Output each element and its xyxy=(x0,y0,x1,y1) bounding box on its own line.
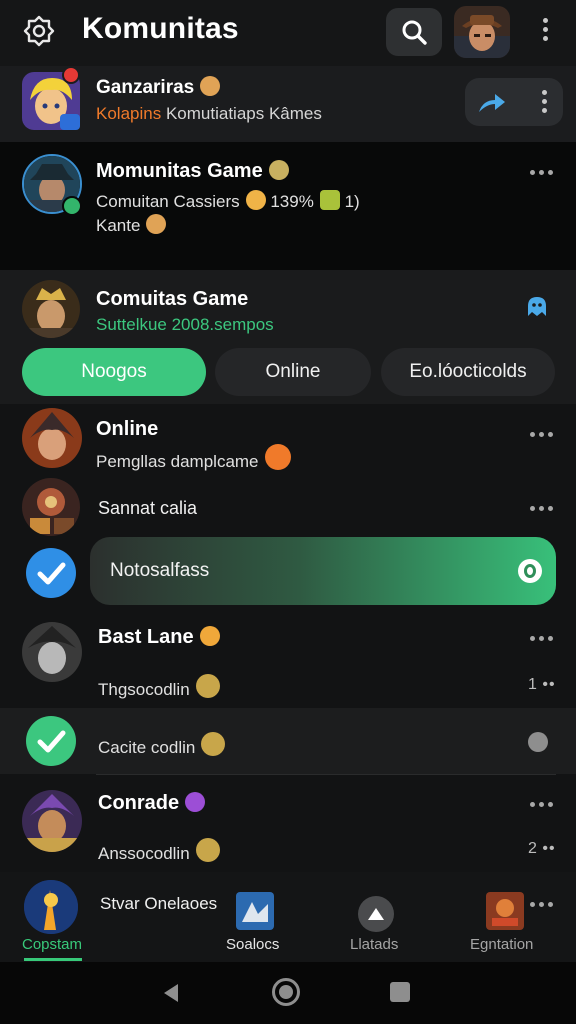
community-status: Suttelkue 2008.sempos xyxy=(96,315,274,334)
emoji-icon xyxy=(200,76,221,96)
member-avatar xyxy=(22,790,82,852)
search-icon xyxy=(402,20,427,45)
filter-tab-noogos[interactable]: Noogos xyxy=(22,348,206,396)
search-button[interactable] xyxy=(386,8,442,56)
member-name: Bast Lane xyxy=(98,626,220,649)
divider xyxy=(96,774,556,775)
emoji-icon xyxy=(264,444,291,470)
home-icon[interactable] xyxy=(272,978,300,1006)
list-item[interactable]: Cacite codlin xyxy=(0,708,576,774)
emoji-icon xyxy=(195,674,220,698)
member-options-icon[interactable] xyxy=(530,636,553,641)
unread-count: 2 •• xyxy=(528,840,556,857)
nav-tab-soalocs[interactable]: Soalocs xyxy=(226,936,279,953)
chat-options-icon[interactable] xyxy=(530,170,553,175)
member-message: Pemgllas damplcame xyxy=(96,444,291,472)
chat-preview: Comuitan Cassiers 139% 1) xyxy=(96,190,360,211)
settings-gear-icon[interactable] xyxy=(22,14,56,48)
recents-icon[interactable] xyxy=(390,982,410,1002)
platform-badge-icon xyxy=(60,114,80,130)
nav-tab-copstam[interactable]: Copstam xyxy=(22,936,82,953)
online-check-icon xyxy=(62,196,82,216)
overflow-menu-icon[interactable] xyxy=(542,18,548,41)
featured-game-row[interactable]: Ganzariras Kolapins Komutiatiaps Kâmes xyxy=(0,66,576,142)
community-avatar xyxy=(22,280,80,338)
notification-badge xyxy=(62,66,80,84)
nav-tab-egntation[interactable]: Egntation xyxy=(470,936,533,953)
chat-name: Momunitas Game xyxy=(96,160,289,183)
member-message: Cacite codlin xyxy=(98,732,226,758)
back-icon[interactable] xyxy=(160,982,182,1004)
notification-toast[interactable]: Notosalfass xyxy=(90,537,556,605)
filter-tab-online[interactable]: Online xyxy=(215,348,371,396)
page-title: Komunitas xyxy=(82,12,239,45)
share-arrow-icon[interactable] xyxy=(477,88,507,116)
member-message: Thgsocodlin xyxy=(98,674,220,700)
game-options-icon[interactable] xyxy=(541,90,547,113)
member-message: Anssocodlin xyxy=(98,838,220,864)
game-icon[interactable] xyxy=(486,892,524,930)
ghost-icon[interactable] xyxy=(524,294,550,320)
top-app-bar: Komunitas xyxy=(0,0,576,66)
filter-tab-other[interactable]: Eo.lóocticolds xyxy=(381,348,555,396)
game-subtitle: Kolapins Komutiatiaps Kâmes xyxy=(96,104,322,123)
member-options-icon[interactable] xyxy=(530,802,553,807)
check-icon xyxy=(26,716,76,766)
member-avatar xyxy=(22,478,80,536)
selected-check-icon[interactable] xyxy=(26,548,76,598)
member-options-icon[interactable] xyxy=(530,506,553,511)
chat-item[interactable]: Momunitas Game Comuitan Cassiers 139% 1)… xyxy=(0,142,576,270)
emoji-icon xyxy=(201,732,226,756)
member-label: Sannat calia xyxy=(98,498,198,518)
member-options-icon[interactable] xyxy=(530,432,553,437)
toast-action-icon[interactable] xyxy=(518,559,542,583)
nav-status-text: Stvar Onelaoes xyxy=(100,894,218,913)
status-icon[interactable] xyxy=(528,732,548,752)
profile-avatar[interactable] xyxy=(454,6,510,58)
share-action-group xyxy=(465,78,563,126)
emoji-icon xyxy=(245,190,266,210)
leaf-icon xyxy=(319,190,340,210)
nav-options-icon[interactable] xyxy=(530,902,553,907)
emoji-icon xyxy=(195,838,220,862)
nav-tab-llatads[interactable]: Llatads xyxy=(350,936,398,953)
toast-text: Notosalfass xyxy=(110,560,210,581)
social-icon[interactable] xyxy=(236,892,274,930)
emoji-icon xyxy=(268,160,289,180)
member-name: Online xyxy=(96,418,159,440)
updates-icon[interactable] xyxy=(358,896,394,932)
member-avatar xyxy=(22,408,82,468)
nav-avatar[interactable] xyxy=(24,880,78,934)
emoji-icon xyxy=(146,214,167,234)
member-name: Conrade xyxy=(98,792,206,815)
system-navigation-bar xyxy=(0,962,576,1024)
chat-preview-line2: Kante xyxy=(96,214,167,236)
community-name: Comuitas Game xyxy=(96,288,249,310)
member-avatar xyxy=(22,622,82,682)
active-tab-indicator xyxy=(24,958,82,961)
unread-count: 1 •• xyxy=(528,676,556,693)
game-title: Ganzariras xyxy=(96,76,221,99)
emoji-icon xyxy=(185,792,206,812)
emoji-icon xyxy=(199,626,220,646)
